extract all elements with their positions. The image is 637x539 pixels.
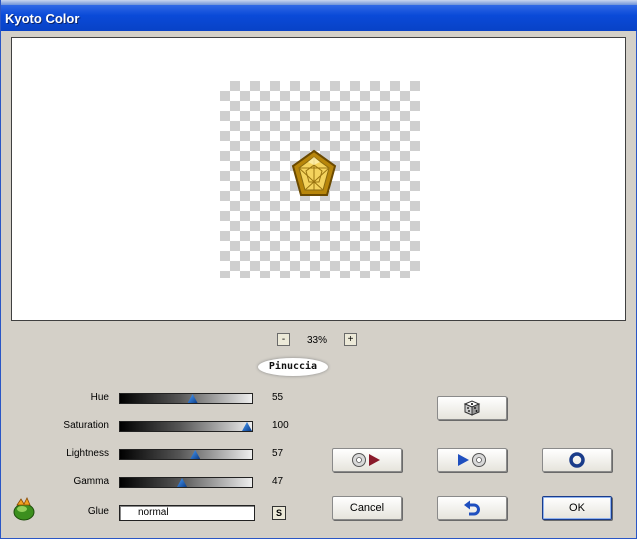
undo-button[interactable]: [437, 496, 507, 520]
reset-button[interactable]: [542, 448, 612, 472]
cancel-button[interactable]: Cancel: [332, 496, 402, 520]
arrow-disc-right-icon: [458, 453, 486, 467]
kyoto-color-window: Kyoto Color - 33% + Pinuccia Hue 55 Satu…: [0, 0, 637, 539]
gamma-label: Gamma: [73, 476, 109, 487]
glue-label: Glue: [87, 506, 109, 517]
saturation-slider-thumb[interactable]: [242, 422, 252, 431]
transparency-checkerboard: [220, 81, 420, 278]
preview-gem-icon: [291, 149, 337, 196]
hue-label: Hue: [90, 392, 109, 403]
title-bar[interactable]: Kyoto Color: [1, 5, 637, 31]
lightness-label: Lightness: [66, 448, 109, 459]
saturation-slider[interactable]: [119, 421, 253, 432]
disc-arrow-left-icon: [352, 453, 380, 467]
window-title: Kyoto Color: [5, 11, 80, 26]
lightness-slider-thumb[interactable]: [190, 450, 201, 459]
zoom-level: 33%: [307, 335, 328, 346]
ring-icon: [569, 452, 585, 468]
dice-icon: [463, 400, 481, 416]
dialog-client: - 33% + Pinuccia Hue 55 Saturation 100 L…: [4, 31, 633, 536]
preview-area[interactable]: [11, 37, 626, 321]
gamma-slider-thumb[interactable]: [177, 478, 188, 487]
pinuccia-logo: Pinuccia: [258, 358, 328, 376]
hue-slider-thumb[interactable]: [187, 394, 198, 403]
lightness-value: 57: [272, 448, 284, 459]
undo-arrow-icon: [464, 500, 480, 516]
gamma-value: 47: [272, 476, 284, 487]
glue-mode-select[interactable]: normal: [119, 505, 255, 521]
glue-s-button[interactable]: S: [272, 506, 286, 520]
save-preset-button[interactable]: [437, 448, 507, 472]
zoom-in-button[interactable]: +: [344, 333, 357, 346]
lightness-slider[interactable]: [119, 449, 253, 460]
ok-button[interactable]: OK: [542, 496, 612, 520]
hue-value: 55: [272, 392, 284, 403]
saturation-value: 100: [272, 420, 289, 431]
gamma-slider[interactable]: [119, 477, 253, 488]
hue-slider[interactable]: [119, 393, 253, 404]
saturation-label: Saturation: [63, 420, 109, 431]
load-preset-button[interactable]: [332, 448, 402, 472]
zoom-out-button[interactable]: -: [277, 333, 290, 346]
random-button[interactable]: [437, 396, 507, 420]
